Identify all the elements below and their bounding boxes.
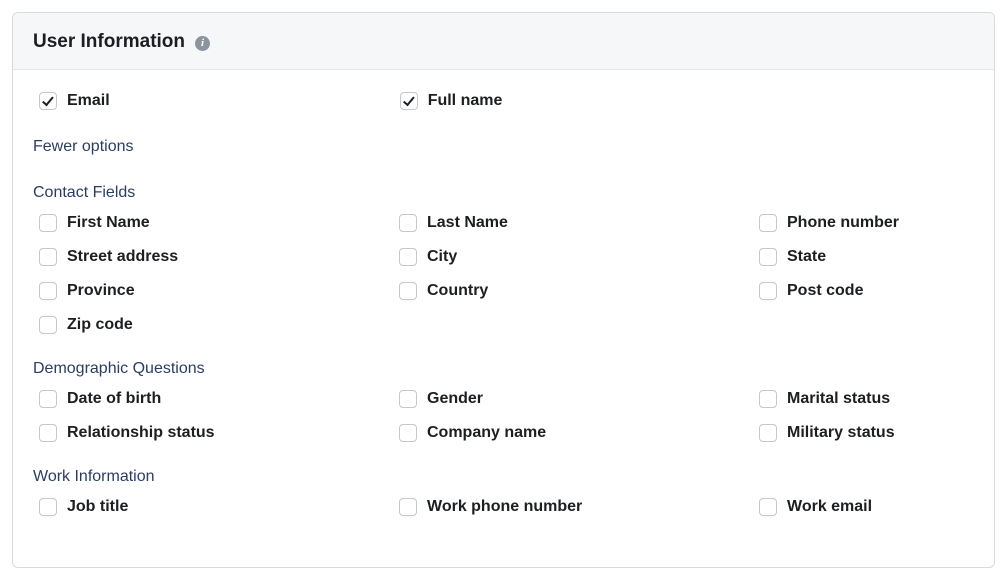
job-title-checkbox-item[interactable]: Job title <box>39 498 399 516</box>
work-email-checkbox-item[interactable]: Work email <box>759 498 974 516</box>
military-status-label: Military status <box>787 425 895 441</box>
first-name-checkbox[interactable] <box>39 214 57 232</box>
work-phone-number-label: Work phone number <box>427 499 582 515</box>
state-checkbox-item[interactable]: State <box>759 248 974 266</box>
last-name-checkbox[interactable] <box>399 214 417 232</box>
first-name-label: First Name <box>67 215 150 231</box>
info-icon[interactable]: i <box>195 36 210 51</box>
gender-checkbox-item[interactable]: Gender <box>399 390 759 408</box>
zip-code-checkbox[interactable] <box>39 316 57 334</box>
street-address-label: Street address <box>67 249 178 265</box>
relationship-status-checkbox[interactable] <box>39 424 57 442</box>
date-of-birth-checkbox-item[interactable]: Date of birth <box>39 390 399 408</box>
work-information-grid: Job title Work phone number Work email <box>33 498 974 516</box>
contact-fields-grid: First Name Last Name Phone number Street… <box>33 214 974 334</box>
street-address-checkbox[interactable] <box>39 248 57 266</box>
user-information-card: User Information i Email Full name Fewer… <box>12 12 995 568</box>
job-title-label: Job title <box>67 499 128 515</box>
relationship-status-label: Relationship status <box>67 425 215 441</box>
email-checkbox-label: Email <box>67 93 110 109</box>
phone-number-label: Phone number <box>787 215 899 231</box>
job-title-checkbox[interactable] <box>39 498 57 516</box>
email-checkbox-item[interactable]: Email <box>39 92 110 110</box>
phone-number-checkbox[interactable] <box>759 214 777 232</box>
company-name-label: Company name <box>427 425 546 441</box>
province-label: Province <box>67 283 135 299</box>
last-name-label: Last Name <box>427 215 508 231</box>
zip-code-label: Zip code <box>67 317 133 333</box>
full-name-checkbox-item[interactable]: Full name <box>400 92 503 110</box>
work-information-title: Work Information <box>33 468 974 486</box>
work-email-label: Work email <box>787 499 872 515</box>
demographic-questions-title: Demographic Questions <box>33 360 974 378</box>
post-code-label: Post code <box>787 283 863 299</box>
post-code-checkbox-item[interactable]: Post code <box>759 282 974 300</box>
first-name-checkbox-item[interactable]: First Name <box>39 214 399 232</box>
country-label: Country <box>427 283 488 299</box>
primary-fields-row: Email Full name <box>33 92 974 110</box>
city-label: City <box>427 249 457 265</box>
city-checkbox-item[interactable]: City <box>399 248 759 266</box>
full-name-checkbox-label: Full name <box>428 93 503 109</box>
demographic-questions-section: Demographic Questions Date of birth Gend… <box>33 360 974 442</box>
street-address-checkbox-item[interactable]: Street address <box>39 248 399 266</box>
country-checkbox[interactable] <box>399 282 417 300</box>
marital-status-checkbox-item[interactable]: Marital status <box>759 390 974 408</box>
fewer-options-toggle[interactable]: Fewer options <box>33 138 974 156</box>
work-email-checkbox[interactable] <box>759 498 777 516</box>
date-of-birth-label: Date of birth <box>67 391 161 407</box>
last-name-checkbox-item[interactable]: Last Name <box>399 214 759 232</box>
gender-checkbox[interactable] <box>399 390 417 408</box>
military-status-checkbox-item[interactable]: Military status <box>759 424 974 442</box>
marital-status-checkbox[interactable] <box>759 390 777 408</box>
email-checkbox[interactable] <box>39 92 57 110</box>
card-body: Email Full name Fewer options Contact Fi… <box>13 70 994 534</box>
full-name-checkbox[interactable] <box>400 92 418 110</box>
state-label: State <box>787 249 826 265</box>
card-title: User Information <box>33 31 185 53</box>
company-name-checkbox-item[interactable]: Company name <box>399 424 759 442</box>
marital-status-label: Marital status <box>787 391 890 407</box>
gender-label: Gender <box>427 391 483 407</box>
date-of-birth-checkbox[interactable] <box>39 390 57 408</box>
work-phone-number-checkbox-item[interactable]: Work phone number <box>399 498 759 516</box>
contact-fields-title: Contact Fields <box>33 184 974 202</box>
province-checkbox-item[interactable]: Province <box>39 282 399 300</box>
work-information-section: Work Information Job title Work phone nu… <box>33 468 974 516</box>
state-checkbox[interactable] <box>759 248 777 266</box>
phone-number-checkbox-item[interactable]: Phone number <box>759 214 974 232</box>
post-code-checkbox[interactable] <box>759 282 777 300</box>
military-status-checkbox[interactable] <box>759 424 777 442</box>
relationship-status-checkbox-item[interactable]: Relationship status <box>39 424 399 442</box>
country-checkbox-item[interactable]: Country <box>399 282 759 300</box>
city-checkbox[interactable] <box>399 248 417 266</box>
card-header: User Information i <box>13 13 994 70</box>
zip-code-checkbox-item[interactable]: Zip code <box>39 316 399 334</box>
province-checkbox[interactable] <box>39 282 57 300</box>
company-name-checkbox[interactable] <box>399 424 417 442</box>
contact-fields-section: Contact Fields First Name Last Name Phon… <box>33 184 974 334</box>
work-phone-number-checkbox[interactable] <box>399 498 417 516</box>
demographic-questions-grid: Date of birth Gender Marital status Rela… <box>33 390 974 442</box>
